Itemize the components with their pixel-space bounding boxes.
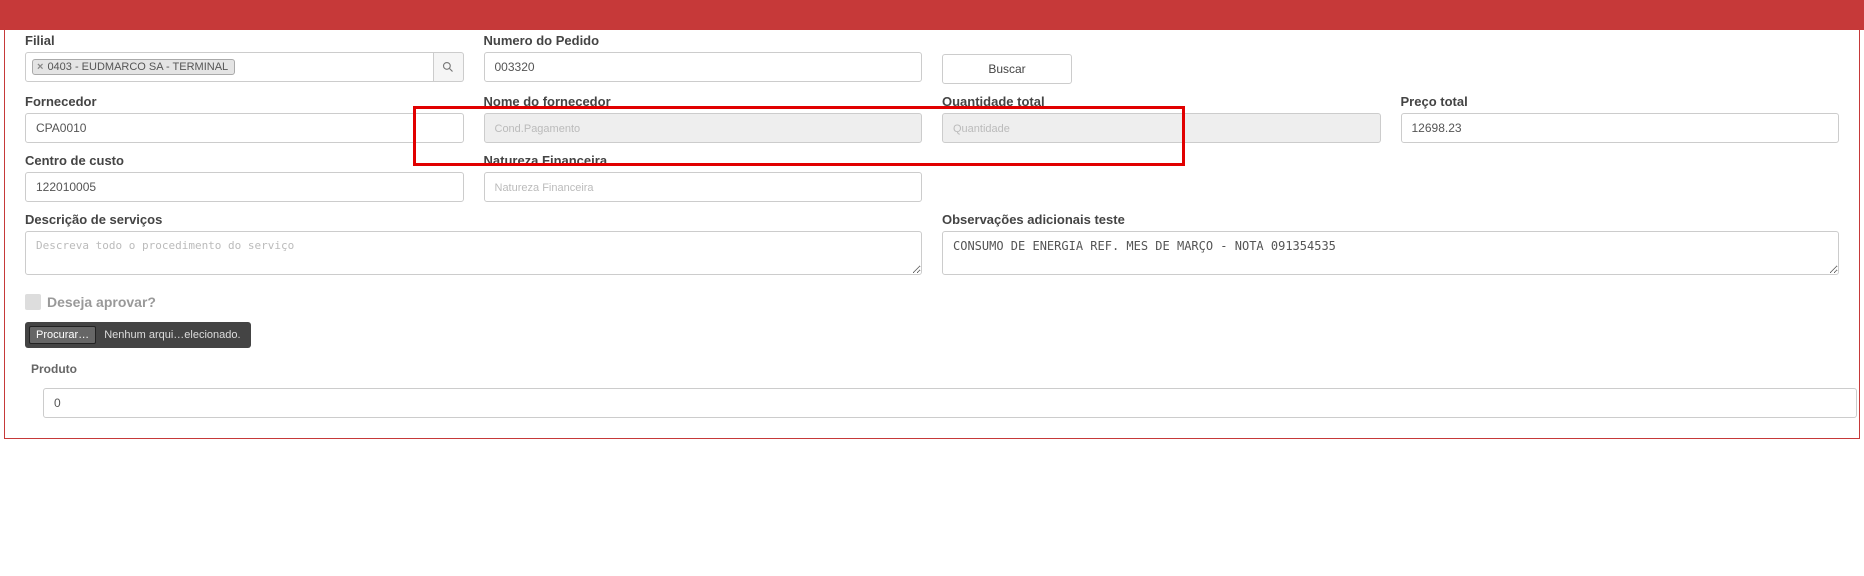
procurar-button[interactable]: Procurar… — [29, 326, 96, 344]
preco-total-input[interactable] — [1401, 113, 1840, 143]
filial-remove-icon[interactable]: × — [37, 61, 43, 73]
label-observacoes: Observações adicionais teste — [942, 212, 1839, 227]
field-nome-fornecedor: Nome do fornecedor — [484, 94, 923, 143]
label-centro-custo: Centro de custo — [25, 153, 464, 168]
filial-search-button[interactable] — [434, 52, 464, 82]
top-bar — [0, 0, 1864, 30]
filial-select[interactable]: × 0403 - EUDMARCO SA - TERMINAL — [25, 52, 434, 82]
produto-section: Produto — [25, 362, 1839, 418]
label-aprovar: Deseja aprovar? — [47, 294, 156, 310]
spacer-row3a — [942, 153, 1381, 202]
spacer-row1 — [1401, 33, 1840, 84]
buscar-button[interactable]: Buscar — [942, 54, 1072, 84]
field-natureza-financeira: Natureza Financeira — [484, 153, 923, 202]
field-descricao-servicos: Descrição de serviços — [25, 212, 922, 278]
filial-tag[interactable]: × 0403 - EUDMARCO SA - TERMINAL — [32, 59, 235, 75]
filial-tag-text: 0403 - EUDMARCO SA - TERMINAL — [47, 61, 228, 73]
field-fornecedor: Fornecedor — [25, 94, 464, 143]
field-preco-total: Preço total — [1401, 94, 1840, 143]
search-icon — [442, 61, 454, 73]
label-natureza-financeira: Natureza Financeira — [484, 153, 923, 168]
aprovar-row: Deseja aprovar? — [25, 294, 1839, 310]
quantidade-total-input[interactable] — [942, 113, 1381, 143]
field-quantidade-total: Quantidade total — [942, 94, 1381, 143]
label-fornecedor: Fornecedor — [25, 94, 464, 109]
file-upload-area: Procurar… Nenhum arqui…elecionado. — [25, 322, 251, 348]
fornecedor-input[interactable] — [25, 113, 464, 143]
label-quantidade-total: Quantidade total — [942, 94, 1381, 109]
observacoes-textarea[interactable] — [942, 231, 1839, 275]
produto-input[interactable] — [43, 388, 1857, 418]
label-filial: Filial — [25, 33, 464, 48]
label-descricao-servicos: Descrição de serviços — [25, 212, 922, 227]
descricao-servicos-textarea[interactable] — [25, 231, 922, 275]
label-produto: Produto — [31, 362, 1839, 376]
label-numero-pedido: Numero do Pedido — [484, 33, 923, 48]
field-centro-custo: Centro de custo — [25, 153, 464, 202]
natureza-financeira-input[interactable] — [484, 172, 923, 202]
field-buscar: Buscar — [942, 33, 1381, 84]
centro-custo-input[interactable] — [25, 172, 464, 202]
label-preco-total: Preço total — [1401, 94, 1840, 109]
numero-pedido-input[interactable] — [484, 52, 923, 82]
label-nome-fornecedor: Nome do fornecedor — [484, 94, 923, 109]
nome-fornecedor-input[interactable] — [484, 113, 923, 143]
form-panel: Filial × 0403 - EUDMARCO SA - TERMINAL — [4, 30, 1860, 439]
field-numero-pedido: Numero do Pedido — [484, 33, 923, 84]
file-status-text: Nenhum arqui…elecionado. — [104, 329, 246, 341]
spacer-row3b — [1401, 153, 1840, 202]
aprovar-checkbox[interactable] — [25, 294, 41, 310]
field-filial: Filial × 0403 - EUDMARCO SA - TERMINAL — [25, 33, 464, 84]
field-observacoes: Observações adicionais teste — [942, 212, 1839, 278]
